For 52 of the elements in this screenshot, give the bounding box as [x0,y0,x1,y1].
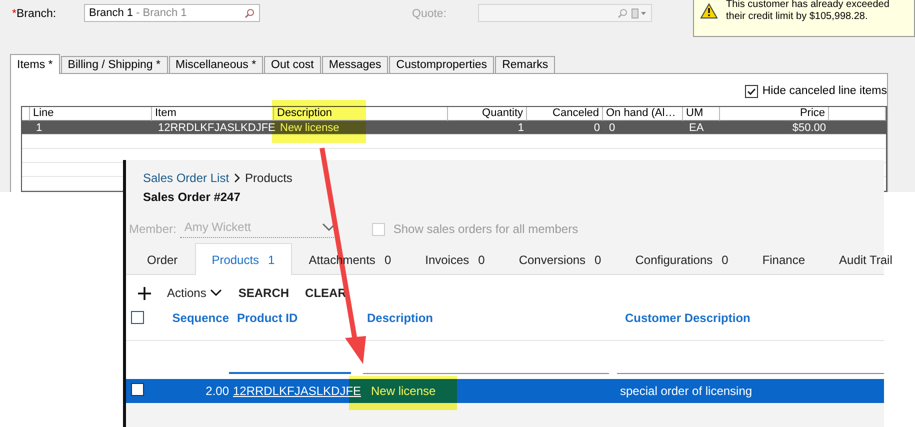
tab[interactable]: Out cost [264,56,321,73]
search-icon[interactable] [244,8,255,18]
chevron-down-icon [210,289,222,297]
quote-label: Quote: [411,7,448,20]
page-title: Sales Order #247 [143,190,242,204]
tab[interactable]: Order [130,243,195,275]
table-cell-text: 1 [516,121,525,135]
checkmark-icon [746,86,758,96]
tab[interactable]: Invoices 0 [408,243,502,275]
table-cell-text: 0 [608,121,616,135]
tab[interactable]: Miscellaneous * [168,56,264,73]
add-icon[interactable] [138,286,151,300]
tab[interactable]: Conversions 0 [502,243,618,275]
warning-text: This customer has already exceeded their credit limit by $105,998.28. [726,0,890,24]
checkbox-label: Hide canceled line items [762,85,887,97]
tab[interactable]: Products 1 [194,243,292,275]
chevron-right-icon [233,173,242,183]
column-header[interactable]: Customer Description [617,305,884,325]
checkbox[interactable] [131,383,144,396]
table-cell-text: $50.00 [791,121,827,135]
checkbox-label: Show sales orders for all members [393,222,578,236]
column-header[interactable]: Product ID [229,305,359,325]
tab[interactable]: Finance [745,243,822,275]
product-link[interactable]: 12RRDLKFJASLKDJFE [233,384,362,398]
toolbar-button[interactable]: SEARCH [238,286,290,300]
warning-icon [700,3,718,19]
select-all-checkbox[interactable] [131,311,144,324]
column-header[interactable]: Sequence [169,305,229,325]
table-cell-text: 1 [35,121,44,135]
breadcrumb-current: Products [245,171,292,185]
tab[interactable]: Remarks [495,56,556,73]
tab[interactable]: Messages [322,56,388,73]
checkbox[interactable] [745,84,758,98]
member-label: Member: [129,222,176,236]
tab[interactable]: Audit Trail [822,243,910,275]
tab[interactable]: Billing / Shipping * [60,56,168,73]
tab[interactable]: Items * [10,54,60,74]
grid-row[interactable]: 1 12RRDLKFJASLKDJFE New license 1 0 0 EA $50.00 [22,121,886,135]
breadcrumb-link[interactable]: Sales Order List [143,171,230,185]
table-cell-text: special order of licensing [619,384,754,398]
table-cell-text: 0 [592,121,601,135]
table-cell-text: New license [279,121,340,135]
table-cell-text: EA [688,121,705,135]
column-header[interactable]: Description [359,305,617,325]
table-cell-text: 2.00 [204,384,229,398]
tab[interactable]: Configurations 0 [618,243,746,275]
tab[interactable]: Customproperties [389,56,494,73]
branch-field[interactable]: Branch 1 - Branch 1 [84,4,260,22]
table-cell-text: New license [370,384,437,398]
branch-label: *Branch: [11,7,58,20]
table-cell-text: 12RRDLKFJASLKDJFE [157,121,274,135]
actions-button[interactable]: Actions [167,286,222,300]
